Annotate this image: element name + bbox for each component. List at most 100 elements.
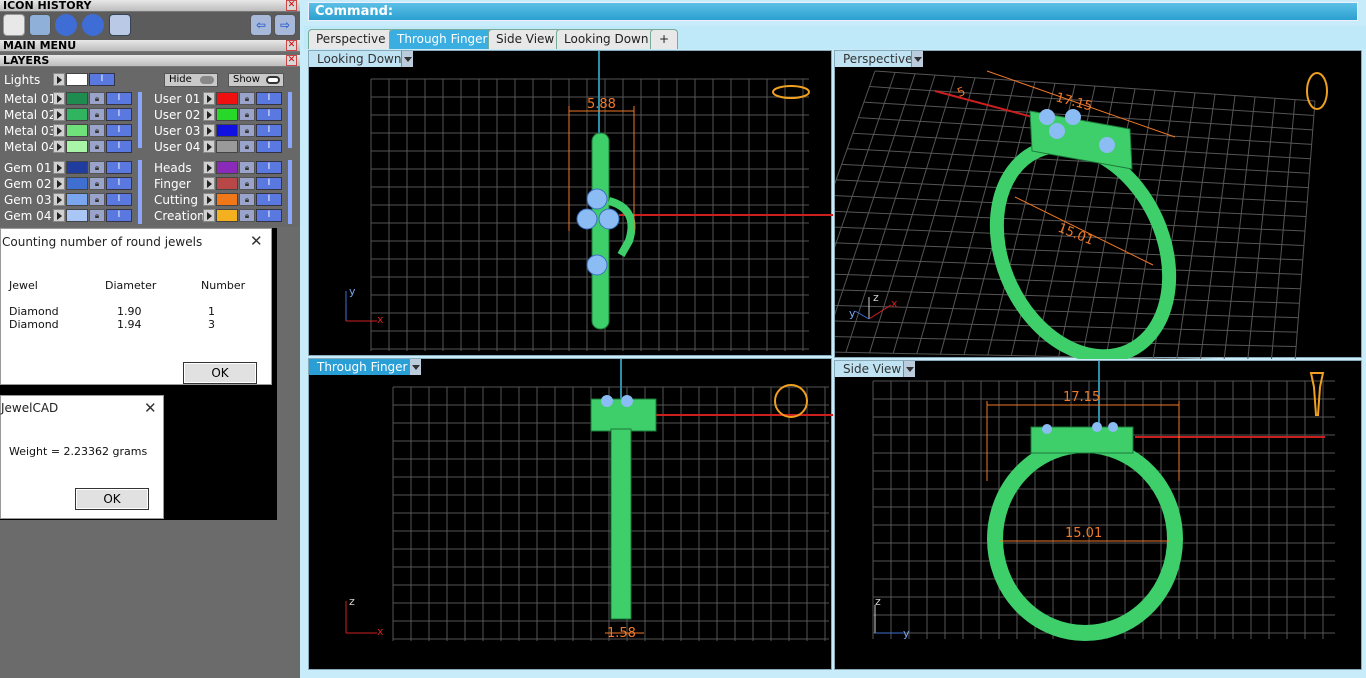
- visibility-toggle[interactable]: I: [106, 177, 132, 190]
- layers-header[interactable]: LAYERS ✕: [0, 55, 300, 67]
- lock-icon[interactable]: 🔒︎: [239, 209, 255, 222]
- layer-row[interactable]: Gem 02 🔒︎ I: [0, 176, 132, 191]
- color-swatch[interactable]: [66, 209, 88, 222]
- layer-row[interactable]: Gem 01 🔒︎ I: [0, 160, 132, 175]
- visibility-toggle[interactable]: I: [106, 108, 132, 121]
- main-menu-header[interactable]: MAIN MENU ✕: [0, 40, 300, 52]
- viewport-looking-down[interactable]: 5.88 y x Looking Down: [308, 50, 833, 357]
- visibility-toggle[interactable]: I: [256, 140, 282, 153]
- color-swatch[interactable]: [66, 73, 88, 86]
- layer-row[interactable]: Creation 🔒︎ I: [150, 208, 282, 223]
- new-file-icon[interactable]: [3, 14, 25, 36]
- forward-icon[interactable]: [82, 14, 104, 36]
- visibility-toggle[interactable]: I: [256, 177, 282, 190]
- open-folder-icon[interactable]: [109, 14, 131, 36]
- viewport-through-finger[interactable]: 1.58 z x Through Finger: [308, 358, 833, 670]
- expand-icon[interactable]: [53, 193, 65, 206]
- tab-perspective[interactable]: Perspective: [308, 29, 394, 49]
- visibility-toggle[interactable]: I: [106, 124, 132, 137]
- layer-row[interactable]: User 01 🔒︎ I: [150, 91, 282, 106]
- close-icon[interactable]: ✕: [286, 0, 297, 11]
- lock-icon[interactable]: 🔒︎: [239, 177, 255, 190]
- viewport-label[interactable]: Side View: [835, 361, 910, 377]
- lock-icon[interactable]: 🔒︎: [239, 193, 255, 206]
- visibility-toggle[interactable]: I: [106, 209, 132, 222]
- lock-icon[interactable]: 🔒︎: [89, 177, 105, 190]
- lock-icon[interactable]: 🔒︎: [239, 108, 255, 121]
- color-swatch[interactable]: [216, 124, 238, 137]
- expand-icon[interactable]: [53, 73, 65, 86]
- chevron-down-icon[interactable]: [903, 361, 915, 377]
- layer-row[interactable]: Metal 04 🔒︎ I: [0, 139, 132, 154]
- expand-icon[interactable]: [53, 124, 65, 137]
- layers-icon[interactable]: [29, 14, 51, 36]
- visibility-toggle[interactable]: I: [106, 140, 132, 153]
- lock-icon[interactable]: 🔒︎: [239, 140, 255, 153]
- lock-icon[interactable]: 🔒︎: [239, 161, 255, 174]
- expand-icon[interactable]: [203, 140, 215, 153]
- color-swatch[interactable]: [66, 140, 88, 153]
- chevron-down-icon[interactable]: [401, 51, 413, 67]
- tab-through-finger[interactable]: Through Finger: [389, 29, 496, 49]
- lock-icon[interactable]: 🔒︎: [89, 209, 105, 222]
- expand-icon[interactable]: [53, 177, 65, 190]
- tab-looking-down[interactable]: Looking Down: [556, 29, 657, 49]
- layer-row[interactable]: Finger 🔒︎ I: [150, 176, 282, 191]
- layer-row[interactable]: Gem 04 🔒︎ I: [0, 208, 132, 223]
- expand-icon[interactable]: [203, 193, 215, 206]
- color-swatch[interactable]: [66, 124, 88, 137]
- layer-row-lights[interactable]: Lights I: [0, 72, 115, 87]
- expand-icon[interactable]: [53, 108, 65, 121]
- visibility-toggle[interactable]: I: [106, 193, 132, 206]
- color-swatch[interactable]: [66, 161, 88, 174]
- color-swatch[interactable]: [66, 108, 88, 121]
- visibility-toggle[interactable]: I: [256, 161, 282, 174]
- color-swatch[interactable]: [216, 209, 238, 222]
- chevron-down-icon[interactable]: [911, 51, 923, 67]
- lock-icon[interactable]: 🔒︎: [89, 92, 105, 105]
- viewport-canvas[interactable]: 17.15 5 15.01 z x y: [774, 51, 1363, 364]
- close-icon[interactable]: ✕: [144, 399, 157, 417]
- view-orientation-icon[interactable]: [772, 85, 810, 99]
- lock-icon[interactable]: 🔒︎: [89, 108, 105, 121]
- color-swatch[interactable]: [216, 108, 238, 121]
- expand-icon[interactable]: [53, 161, 65, 174]
- visibility-toggle[interactable]: I: [256, 124, 282, 137]
- layer-row[interactable]: Heads 🔒︎ I: [150, 160, 282, 175]
- visibility-toggle[interactable]: I: [256, 108, 282, 121]
- visibility-toggle[interactable]: I: [106, 161, 132, 174]
- expand-icon[interactable]: [203, 209, 215, 222]
- expand-icon[interactable]: [203, 92, 215, 105]
- close-icon[interactable]: ✕: [286, 40, 297, 51]
- visibility-toggle[interactable]: I: [89, 73, 115, 86]
- layer-row[interactable]: Metal 01 🔒︎ I: [0, 91, 132, 106]
- expand-icon[interactable]: [203, 177, 215, 190]
- chevron-down-icon[interactable]: [409, 359, 421, 375]
- layer-row[interactable]: User 03 🔒︎ I: [150, 123, 282, 138]
- layer-row[interactable]: Metal 03 🔒︎ I: [0, 123, 132, 138]
- color-swatch[interactable]: [66, 193, 88, 206]
- viewport-canvas[interactable]: 17.15 15.01 z y: [835, 361, 1363, 671]
- visibility-toggle[interactable]: I: [256, 92, 282, 105]
- color-swatch[interactable]: [216, 161, 238, 174]
- color-swatch[interactable]: [66, 177, 88, 190]
- show-button[interactable]: Show: [228, 73, 284, 87]
- back-icon[interactable]: [55, 14, 77, 36]
- viewport-side-view[interactable]: 17.15 15.01 z y Side View: [834, 360, 1362, 670]
- color-swatch[interactable]: [66, 92, 88, 105]
- tab-add-button[interactable]: +: [650, 29, 679, 49]
- lock-icon[interactable]: 🔒︎: [89, 124, 105, 137]
- close-icon[interactable]: ✕: [286, 55, 297, 66]
- command-bar[interactable]: Command:: [308, 2, 1358, 21]
- color-swatch[interactable]: [216, 140, 238, 153]
- arrow-left-icon[interactable]: ⇦: [250, 14, 272, 36]
- ok-button[interactable]: OK: [75, 488, 149, 510]
- expand-icon[interactable]: [53, 209, 65, 222]
- lock-icon[interactable]: 🔒︎: [89, 140, 105, 153]
- layer-row[interactable]: User 02 🔒︎ I: [150, 107, 282, 122]
- close-icon[interactable]: ✕: [250, 232, 263, 250]
- viewport-canvas[interactable]: 5.88 y x: [309, 51, 833, 357]
- arrow-right-icon[interactable]: ⇨: [274, 14, 296, 36]
- color-swatch[interactable]: [216, 92, 238, 105]
- color-swatch[interactable]: [216, 193, 238, 206]
